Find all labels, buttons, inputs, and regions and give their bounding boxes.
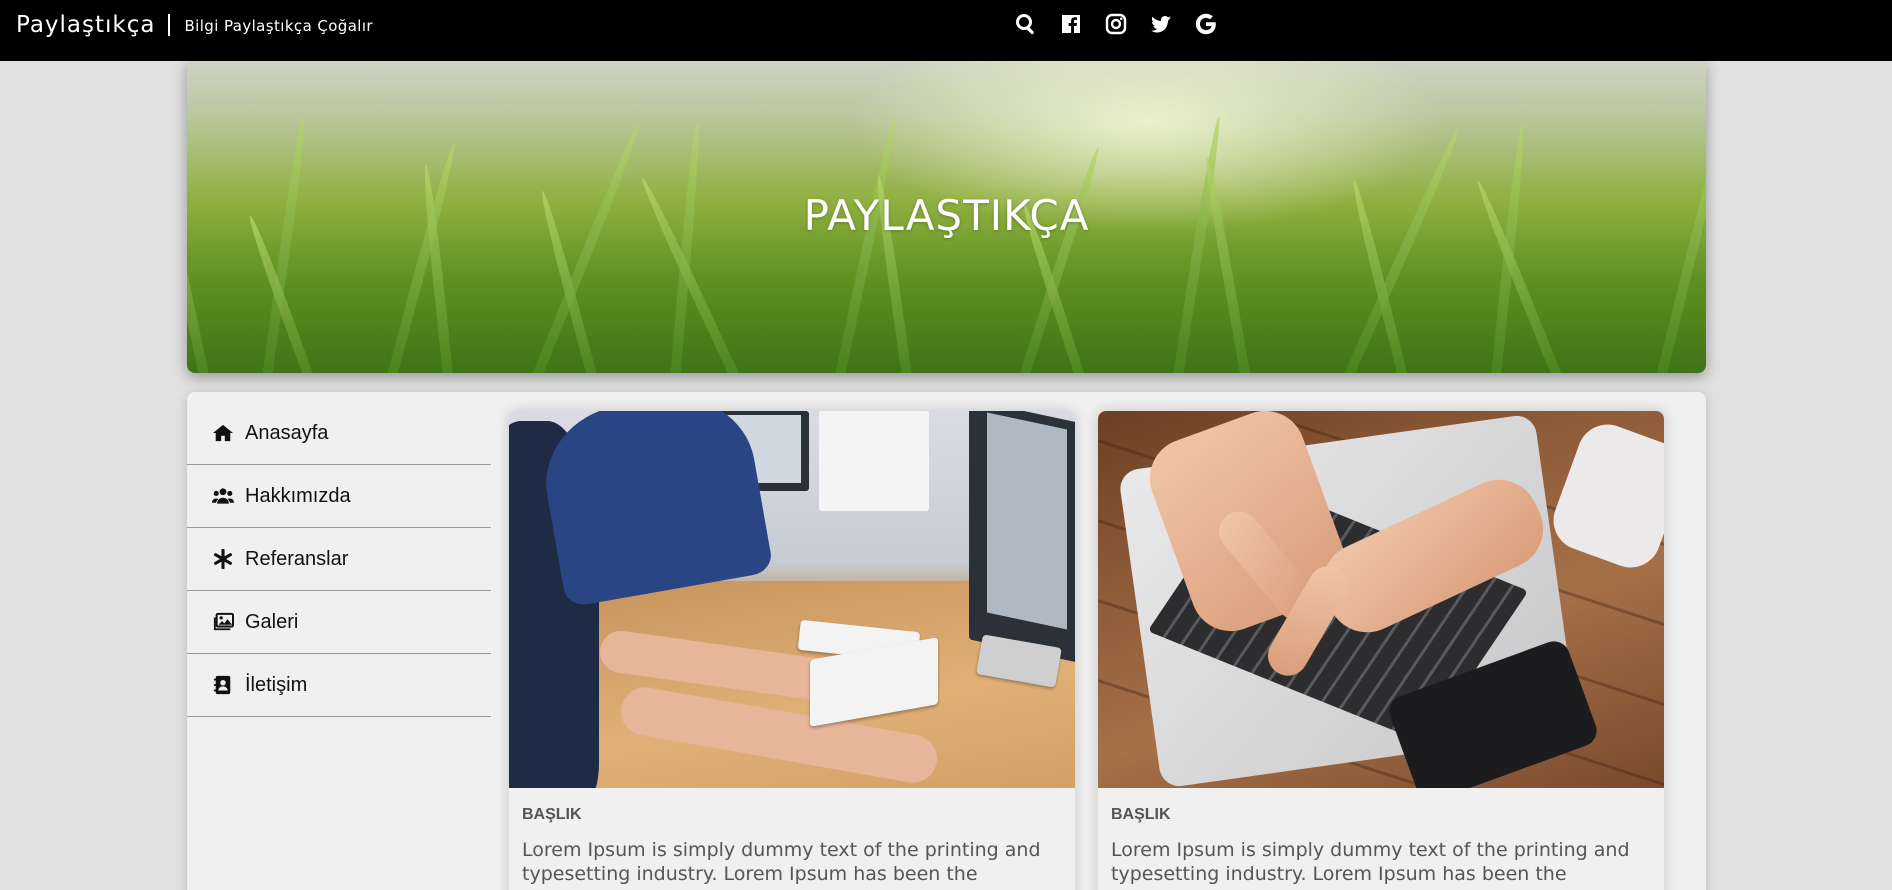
top-navbar: Paylaştıkça Bilgi Paylaştıkça Çoğalır [0, 0, 1892, 61]
social-icons [1012, 10, 1220, 38]
card-title: BAŞLIK [1111, 806, 1171, 823]
sidebar-item-iletisim[interactable]: İletişim [187, 654, 491, 717]
contact-book-icon [211, 674, 235, 696]
brand[interactable]: Paylaştıkça Bilgi Paylaştıkça Çoğalır [16, 12, 373, 38]
hero-banner: PAYLAŞTIKÇA [187, 61, 1706, 373]
brand-name[interactable]: Paylaştıkça [16, 12, 155, 38]
card-text: Lorem Ipsum is simply dummy text of the … [1111, 839, 1630, 890]
content-panel: Anasayfa Hakkımızda Referanslar Galeri İ… [187, 392, 1706, 890]
sidebar-item-label: İletişim [245, 673, 308, 696]
sidebar-item-label: Referanslar [245, 547, 349, 570]
sidebar-item-galeri[interactable]: Galeri [187, 591, 491, 654]
home-icon [211, 422, 235, 444]
sidebar-nav: Anasayfa Hakkımızda Referanslar Galeri İ… [187, 402, 491, 717]
search-icon[interactable] [1012, 10, 1040, 38]
card-text: Lorem Ipsum is simply dummy text of the … [522, 839, 1041, 890]
sidebar-item-referanslar[interactable]: Referanslar [187, 528, 491, 591]
article-card[interactable]: BAŞLIK Lorem Ipsum is simply dummy text … [509, 411, 1075, 890]
card-image [1098, 411, 1664, 788]
brand-divider [168, 14, 171, 36]
images-icon [211, 611, 235, 633]
article-card[interactable]: BAŞLIK Lorem Ipsum is simply dummy text … [1098, 411, 1664, 890]
users-icon [211, 485, 235, 507]
sidebar-item-hakkimizda[interactable]: Hakkımızda [187, 465, 491, 528]
card-title: BAŞLIK [522, 806, 582, 823]
sidebar-item-label: Anasayfa [245, 421, 329, 444]
brand-tagline: Bilgi Paylaştıkça Çoğalır [184, 17, 373, 35]
facebook-icon[interactable] [1057, 10, 1085, 38]
google-icon[interactable] [1192, 10, 1220, 38]
asterisk-icon [211, 548, 235, 570]
twitter-icon[interactable] [1147, 10, 1175, 38]
sidebar-item-label: Galeri [245, 610, 299, 633]
instagram-icon[interactable] [1102, 10, 1130, 38]
sidebar-item-label: Hakkımızda [245, 484, 351, 507]
hero-title: PAYLAŞTIKÇA [803, 191, 1090, 240]
card-image [509, 411, 1075, 788]
sidebar-item-anasayfa[interactable]: Anasayfa [187, 402, 491, 465]
